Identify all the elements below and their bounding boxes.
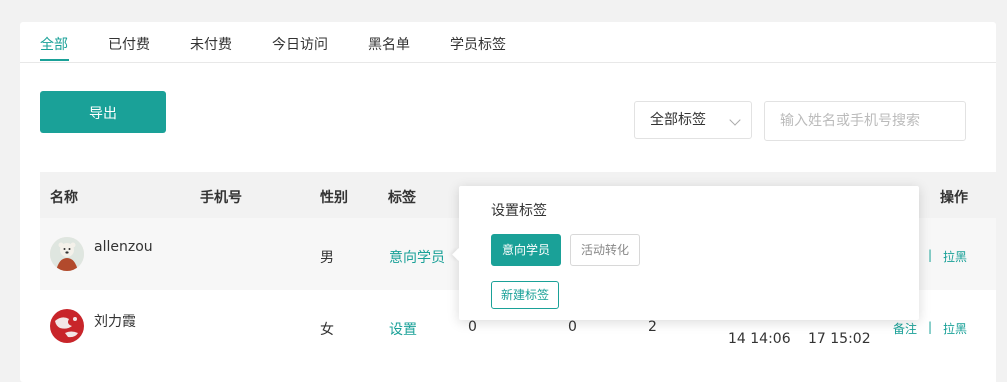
pull-black-link[interactable]: 拉黑 (943, 248, 967, 265)
header-name: 名称 (50, 190, 78, 206)
set-tag-popover: 设置标签 意向学员 活动转化 新建标签 (452, 186, 919, 320)
row-time: 17 15:02 (808, 331, 871, 347)
student-name: 刘力霞 (94, 314, 136, 330)
tag-filter-select[interactable]: 全部标签 (634, 101, 752, 139)
chevron-down-icon (729, 114, 741, 126)
row-value: 0 (468, 319, 477, 335)
header-phone: 手机号 (200, 190, 242, 206)
row-value: 2 (648, 319, 657, 335)
tag-filter-value: 全部标签 (650, 112, 706, 128)
avatar (50, 237, 84, 271)
main-card: 全部 已付费 未付费 今日访问 黑名单 学员标签 导出 全部标签 名称 手机号 … (20, 22, 996, 382)
tab-unpaid[interactable]: 未付费 (190, 34, 232, 54)
student-name: allenzou (94, 239, 153, 255)
tab-all[interactable]: 全部 (40, 34, 68, 54)
tag-option-selected[interactable]: 意向学员 (491, 234, 561, 266)
row-value: 0 (568, 319, 577, 335)
student-gender: 男 (320, 250, 334, 266)
tab-bar: 全部 已付费 未付费 今日访问 黑名单 学员标签 (20, 22, 996, 63)
action-separator: | (928, 248, 933, 262)
note-link[interactable]: 备注 (893, 320, 917, 337)
student-tag-link[interactable]: 意向学员 (389, 247, 445, 267)
tab-today-visits[interactable]: 今日访问 (272, 34, 328, 54)
tab-student-tags[interactable]: 学员标签 (450, 34, 506, 54)
action-separator: | (928, 320, 933, 334)
active-tab-indicator (40, 59, 69, 61)
student-gender: 女 (320, 322, 334, 338)
popover-title: 设置标签 (491, 203, 547, 219)
tab-blacklist[interactable]: 黑名单 (368, 34, 410, 54)
row-time: 14 14:06 (728, 331, 791, 347)
pull-black-link[interactable]: 拉黑 (943, 320, 967, 337)
tab-paid[interactable]: 已付费 (108, 34, 150, 54)
new-tag-button[interactable]: 新建标签 (491, 281, 559, 309)
export-button[interactable]: 导出 (40, 91, 166, 133)
header-tags: 标签 (388, 190, 416, 206)
search-input[interactable] (764, 101, 966, 141)
tag-option[interactable]: 活动转化 (570, 234, 640, 266)
avatar (50, 309, 84, 343)
header-gender: 性别 (320, 190, 348, 206)
set-tag-link[interactable]: 设置 (389, 319, 417, 339)
header-actions: 操作 (940, 190, 968, 206)
